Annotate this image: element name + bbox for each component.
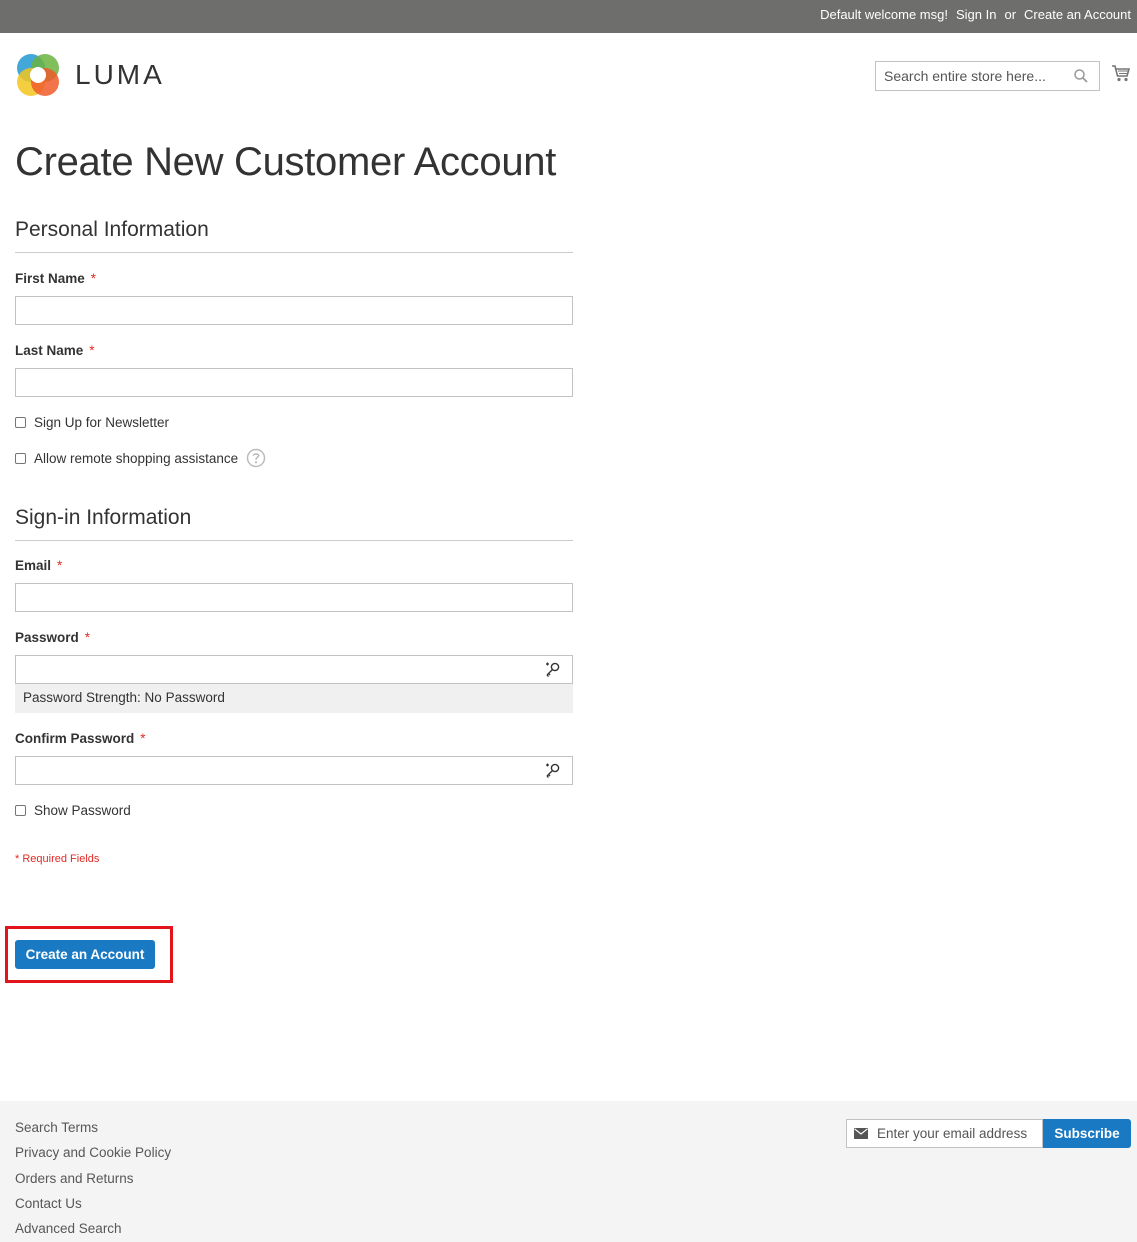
show-password-label: Show Password: [34, 803, 131, 818]
required-mark: *: [84, 630, 91, 645]
welcome-message: Default welcome msg!: [820, 7, 948, 22]
last-name-field-wrap: [15, 368, 573, 397]
personal-info-title: Personal Information: [15, 218, 573, 253]
top-panel: Default welcome msg! Sign In or Create a…: [0, 0, 1137, 33]
luma-logo-icon: [17, 54, 59, 96]
sign-in-link[interactable]: Sign In: [956, 7, 996, 22]
first-name-field[interactable]: [16, 297, 572, 324]
required-fields-note: * Required Fields: [15, 853, 100, 865]
newsletter-option[interactable]: Sign Up for Newsletter: [15, 415, 169, 430]
confirm-password-field[interactable]: [16, 757, 572, 784]
search-input[interactable]: [876, 62, 1066, 90]
search-box: [875, 61, 1100, 91]
footer-link-advanced-search[interactable]: Advanced Search: [15, 1220, 171, 1242]
required-mark: *: [89, 343, 95, 358]
password-field[interactable]: [16, 656, 572, 683]
last-name-label-text: Last Name: [15, 343, 84, 358]
newsletter-checkbox[interactable]: [15, 417, 26, 428]
header-links: Default welcome msg! Sign In or Create a…: [812, 0, 1131, 29]
search-icon[interactable]: [1073, 68, 1089, 84]
password-label-text: Password: [15, 630, 79, 645]
newsletter-email-input[interactable]: [877, 1120, 1042, 1147]
page-title: Create New Customer Account: [15, 140, 557, 184]
mail-icon: [854, 1128, 868, 1139]
required-mark: *: [90, 271, 97, 286]
email-field[interactable]: [16, 584, 572, 611]
show-password-option[interactable]: Show Password: [15, 803, 131, 818]
create-account-link[interactable]: Create an Account: [1024, 7, 1131, 22]
logo[interactable]: LUMA: [15, 52, 165, 98]
first-name-field-wrap: [15, 296, 573, 325]
required-mark: *: [57, 558, 63, 573]
footer-links: Search Terms Privacy and Cookie Policy O…: [15, 1119, 171, 1242]
last-name-field[interactable]: [16, 369, 572, 396]
cart-icon[interactable]: [1111, 63, 1131, 83]
remote-assistance-option[interactable]: Allow remote shopping assistance: [15, 451, 238, 466]
confirm-password-field-wrap: [15, 756, 573, 785]
footer: Search Terms Privacy and Cookie Policy O…: [0, 1101, 1137, 1242]
password-label: Password *: [15, 630, 90, 645]
password-strength-meter: Password Strength: No Password: [15, 684, 573, 713]
footer-link-orders-returns[interactable]: Orders and Returns: [15, 1170, 171, 1195]
email-label-text: Email: [15, 558, 52, 573]
subscribe-button[interactable]: Subscribe: [1043, 1119, 1131, 1148]
confirm-password-label: Confirm Password *: [15, 731, 146, 746]
remote-assistance-label: Allow remote shopping assistance: [34, 451, 239, 466]
last-name-label: Last Name *: [15, 343, 95, 358]
footer-link-search-terms[interactable]: Search Terms: [15, 1119, 171, 1144]
footer-link-contact[interactable]: Contact Us: [15, 1195, 171, 1220]
help-icon[interactable]: [246, 448, 266, 468]
footer-link-privacy[interactable]: Privacy and Cookie Policy: [15, 1144, 171, 1169]
confirm-password-label-text: Confirm Password: [15, 731, 135, 746]
newsletter-label: Sign Up for Newsletter: [34, 415, 170, 430]
newsletter-field-wrap: [846, 1119, 1043, 1148]
required-mark: *: [140, 731, 146, 746]
first-name-label-text: First Name: [15, 271, 85, 286]
key-icon[interactable]: [544, 762, 561, 779]
password-field-wrap: [15, 655, 573, 684]
remote-assistance-checkbox[interactable]: [15, 453, 26, 464]
or-separator: or: [1004, 7, 1017, 22]
signin-info-title: Sign-in Information: [15, 506, 573, 541]
email-label: Email *: [15, 558, 62, 573]
create-account-button[interactable]: Create an Account: [15, 940, 155, 969]
email-field-wrap: [15, 583, 573, 612]
logo-text: LUMA: [75, 59, 165, 90]
first-name-label: First Name *: [15, 271, 96, 286]
key-icon[interactable]: [544, 661, 561, 678]
show-password-checkbox[interactable]: [15, 805, 26, 816]
